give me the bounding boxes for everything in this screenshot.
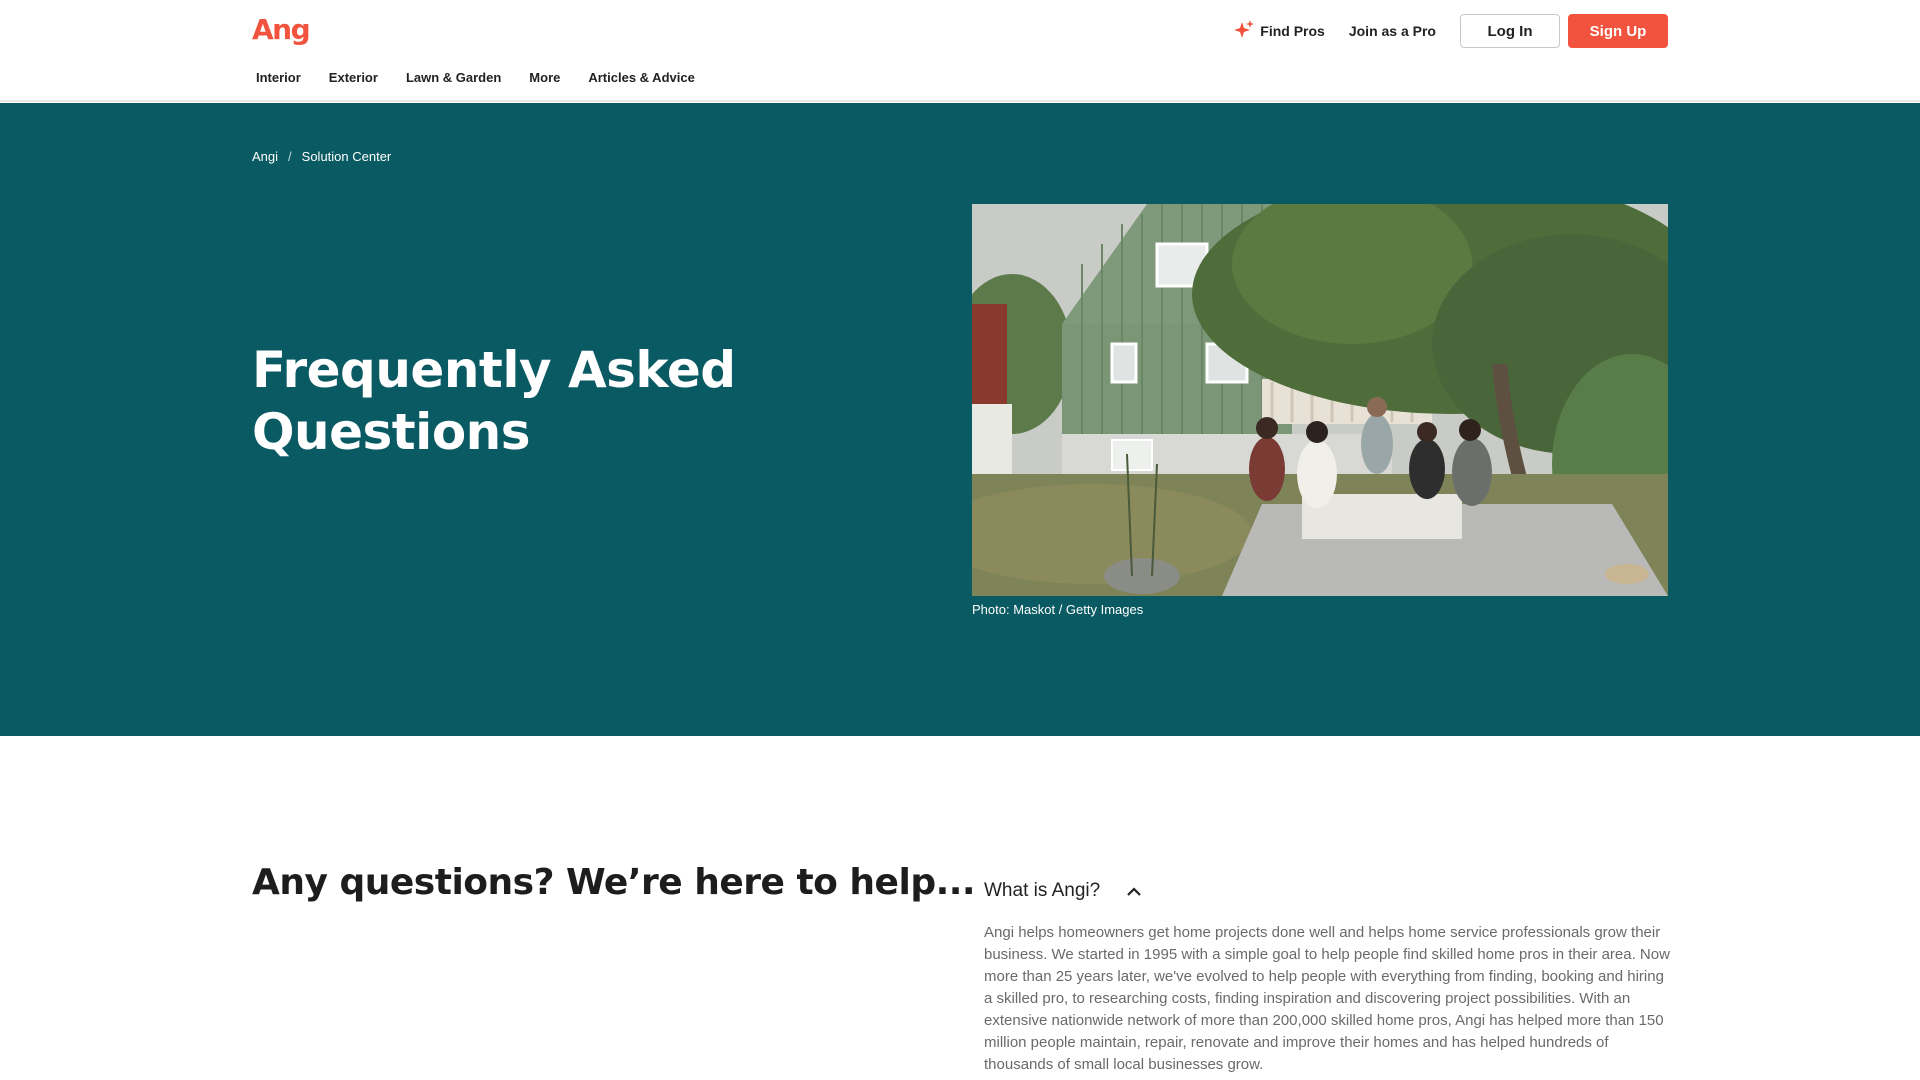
find-pros-link[interactable]: Find Pros [1234, 19, 1325, 43]
join-as-pro-link[interactable]: Join as a Pro [1349, 23, 1436, 39]
site-header: Angi Find Pros Join as a Pro Log In Sign… [0, 0, 1920, 102]
svg-text:Angi: Angi [252, 13, 310, 46]
nav-item-lawn-garden[interactable]: Lawn & Garden [402, 68, 505, 87]
nav-item-articles-advice[interactable]: Articles & Advice [584, 68, 698, 87]
nav-item-exterior[interactable]: Exterior [325, 68, 382, 87]
sparkle-icon [1234, 19, 1255, 43]
breadcrumb-separator: / [288, 149, 292, 164]
find-pros-label: Find Pros [1260, 23, 1325, 39]
breadcrumb-home-link[interactable]: Angi [252, 149, 278, 164]
login-button[interactable]: Log In [1460, 14, 1560, 48]
nav-item-interior[interactable]: Interior [252, 68, 305, 87]
page-title: Frequently Asked Questions [252, 341, 736, 461]
faq-question-toggle[interactable]: What is Angi? [984, 880, 1142, 902]
angi-logo[interactable]: Angi [252, 10, 310, 48]
faq-question-label: What is Angi? [984, 880, 1101, 901]
hero-section: Angi / Solution Center Frequently Asked … [0, 103, 1920, 736]
breadcrumb-current[interactable]: Solution Center [302, 149, 392, 164]
angi-logo-mark: Angi [252, 13, 310, 46]
faq-section-heading: Any questions? We’re here to help... [252, 862, 976, 903]
chevron-up-icon [1126, 880, 1142, 902]
faq-answer: Angi helps homeowners get home projects … [984, 924, 1670, 1073]
signup-button[interactable]: Sign Up [1568, 14, 1668, 48]
header-actions: Find Pros Join as a Pro Log In Sign Up [1234, 14, 1668, 48]
nav-item-more[interactable]: More [525, 68, 564, 87]
breadcrumb: Angi / Solution Center [252, 149, 391, 164]
hero-photo [972, 204, 1668, 596]
photo-caption: Photo: Maskot / Getty Images [972, 602, 1144, 617]
main-nav: Interior Exterior Lawn & Garden More Art… [252, 68, 699, 87]
